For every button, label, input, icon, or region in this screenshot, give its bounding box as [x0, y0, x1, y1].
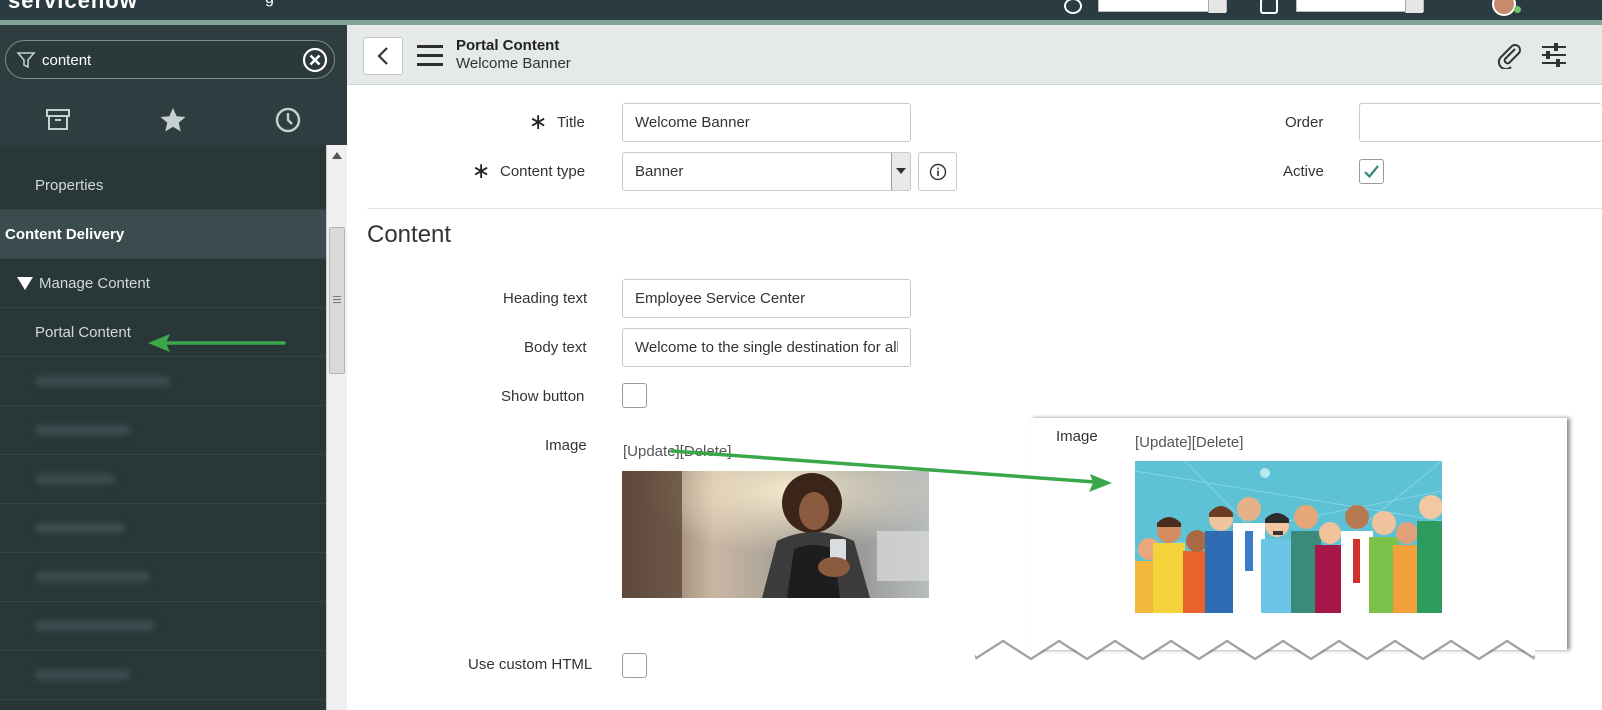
content-type-label: Content type: [500, 163, 586, 180]
brand-subtitle: g: [265, 0, 274, 8]
nav-item-blurred[interactable]: [0, 602, 326, 651]
image-label: Image: [545, 437, 587, 454]
chevron-down-icon: [1208, 0, 1226, 13]
update-set-picker[interactable]: [1296, 0, 1424, 13]
content-type-select[interactable]: Banner: [622, 152, 911, 191]
active-label: Active: [1283, 163, 1324, 180]
context-menu-icon[interactable]: [417, 45, 443, 67]
scrollbar-thumb[interactable]: [329, 227, 345, 374]
callout-card: Image [Update][Delete]: [1030, 418, 1567, 650]
brand-text: servicenow: [8, 0, 138, 13]
nav-item-label: Portal Content: [35, 323, 131, 341]
nav-section-label: Content Delivery: [5, 225, 125, 243]
heading-text-label: Heading text: [503, 290, 588, 307]
star-icon: [160, 108, 185, 132]
chevron-down-icon[interactable]: [891, 153, 910, 190]
blurred-label: [35, 572, 150, 582]
paperclip-icon[interactable]: [1495, 41, 1523, 69]
callout-image-preview: [1135, 461, 1442, 613]
navigator-scrollbar[interactable]: [326, 145, 347, 710]
nav-item-blurred[interactable]: [0, 553, 326, 602]
torn-edge-decoration: [975, 640, 1535, 661]
content-type-value: Banner: [635, 163, 684, 180]
image-update-delete-links[interactable]: [Update][Delete]: [623, 443, 731, 460]
info-icon: [929, 163, 946, 180]
avatar[interactable]: [1492, 0, 1516, 16]
nav-item-properties[interactable]: Properties: [0, 161, 326, 210]
nav-module-label: Manage Content: [39, 274, 150, 292]
required-asterisk: ∗: [529, 109, 548, 134]
brand-logo[interactable]: servicenow: [8, 0, 138, 14]
presence-indicator: [1514, 6, 1521, 13]
active-checkbox[interactable]: [1359, 159, 1384, 184]
nav-item-blurred[interactable]: [0, 651, 326, 700]
collapse-triangle-icon[interactable]: [17, 276, 33, 290]
nav-item-label: Properties: [35, 176, 104, 194]
archive-box-icon: [45, 109, 70, 130]
nav-section-content-delivery[interactable]: Content Delivery: [0, 210, 326, 259]
show-button-label: Show button: [501, 388, 585, 405]
tab-all-applications[interactable]: [0, 95, 115, 145]
required-asterisk: ∗: [472, 158, 491, 183]
nav-item-blurred[interactable]: [0, 357, 326, 406]
tab-favorites[interactable]: [115, 95, 230, 145]
back-button[interactable]: [363, 37, 403, 75]
filter-input[interactable]: [42, 48, 292, 72]
nav-item-blurred[interactable]: [0, 504, 326, 553]
heading-text-field[interactable]: [622, 279, 911, 318]
blurred-label: [35, 670, 130, 680]
use-custom-html-label: Use custom HTML: [468, 656, 593, 673]
checkmark-icon: [1364, 165, 1379, 179]
blurred-label: [35, 474, 115, 484]
order-field[interactable]: [1359, 103, 1602, 142]
section-divider: [367, 208, 1602, 209]
filter-icon: [16, 52, 36, 69]
personalize-sliders-icon[interactable]: [1540, 41, 1568, 69]
scroll-up-arrow-icon[interactable]: [332, 152, 342, 159]
woman-with-phone-image: [622, 471, 929, 598]
nav-item-blurred[interactable]: [0, 406, 326, 455]
clear-filter-icon[interactable]: [302, 47, 328, 73]
update-set-icon[interactable]: [1260, 0, 1278, 14]
form-header: Portal Content Welcome Banner: [347, 25, 1602, 85]
filter-box: [5, 40, 335, 79]
use-custom-html-checkbox[interactable]: [622, 653, 647, 678]
blurred-label: [35, 523, 125, 533]
clock-icon: [275, 107, 300, 133]
blurred-label: [35, 376, 170, 386]
tab-history[interactable]: [230, 95, 345, 145]
navigator-tabs: [0, 95, 347, 145]
nav-module-manage-content[interactable]: Manage Content: [0, 259, 326, 308]
show-button-checkbox[interactable]: [622, 383, 647, 408]
blurred-label: [35, 425, 130, 435]
title-field[interactable]: [622, 103, 911, 142]
nav-item-portal-content[interactable]: Portal Content: [0, 308, 326, 357]
title-label: Title: [557, 114, 585, 131]
order-label: Order: [1285, 114, 1324, 131]
record-type: Portal Content: [456, 37, 560, 54]
reference-info-button[interactable]: [918, 152, 957, 191]
image-preview-photo: [622, 471, 929, 598]
nav-item-blurred[interactable]: [0, 455, 326, 504]
application-navigator: Properties Content Delivery Manage Conte…: [0, 25, 347, 710]
navigator-list: Properties Content Delivery Manage Conte…: [0, 145, 326, 710]
globe-icon[interactable]: [1064, 0, 1082, 14]
blurred-label: [35, 621, 155, 631]
chevron-down-icon: [1405, 0, 1423, 13]
record-name: Welcome Banner: [456, 55, 571, 72]
people-group-illustration: [1135, 461, 1442, 613]
section-title-content: Content: [367, 221, 452, 248]
application-picker[interactable]: [1098, 0, 1227, 13]
callout-update-delete-links[interactable]: [Update][Delete]: [1135, 434, 1243, 451]
top-banner: servicenow g: [0, 0, 1602, 20]
callout-image-label: Image: [1056, 428, 1098, 445]
body-text-label: Body text: [524, 339, 587, 356]
body-text-field[interactable]: [622, 328, 911, 367]
chevron-left-icon: [377, 47, 388, 65]
